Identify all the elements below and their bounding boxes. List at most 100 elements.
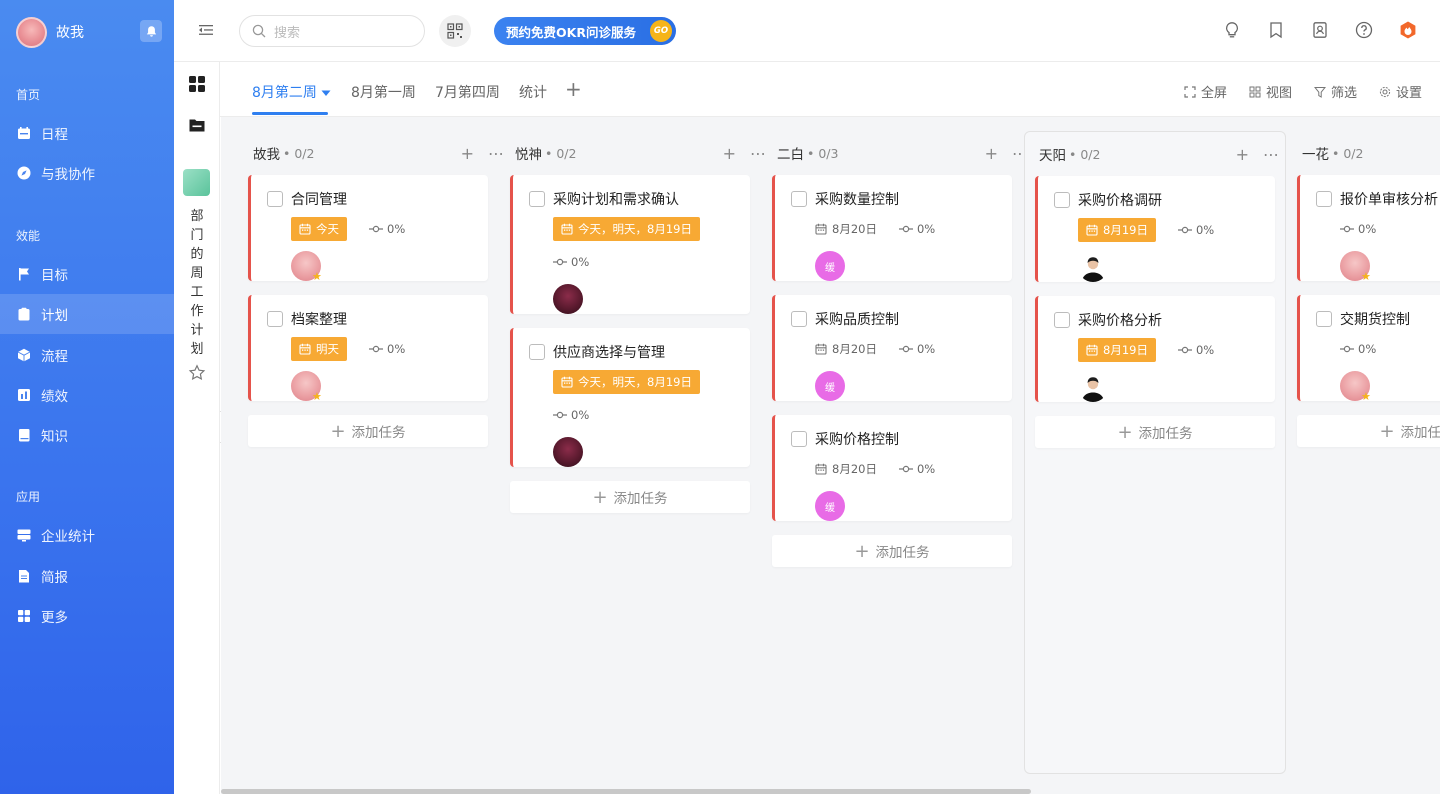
user-profile[interactable]: 故我 bbox=[16, 16, 162, 48]
notification-button[interactable] bbox=[140, 20, 162, 42]
crown-icon: ★ bbox=[312, 270, 322, 283]
task-card[interactable]: 采购品质控制 8月20日 0% 缓 bbox=[772, 295, 1012, 401]
more-icon[interactable]: ⋯ bbox=[488, 144, 504, 163]
due-date-tag[interactable]: 今天，明天，8月19日 bbox=[553, 217, 700, 241]
horizontal-scrollbar[interactable] bbox=[221, 789, 1031, 794]
task-checkbox[interactable] bbox=[267, 311, 283, 327]
add-task-button[interactable]: + 添加任务 bbox=[248, 415, 488, 447]
task-card[interactable]: 档案整理 明天 0% ★ bbox=[248, 295, 488, 403]
brand-logo-icon[interactable] bbox=[1398, 20, 1418, 40]
task-card[interactable]: 采购价格分析 8月19日 0% bbox=[1035, 296, 1275, 402]
task-card[interactable]: 供应商选择与管理 今天，明天，8月19日 0% bbox=[510, 328, 750, 467]
folder-icon[interactable] bbox=[188, 116, 206, 134]
column-name: 一花 bbox=[1302, 147, 1329, 163]
settings-button[interactable]: 设置 bbox=[1379, 82, 1422, 101]
add-column-task-icon[interactable]: + bbox=[985, 144, 998, 163]
due-date-tag[interactable]: 明天 bbox=[291, 337, 347, 361]
task-checkbox[interactable] bbox=[1316, 191, 1332, 207]
assignee-avatar[interactable]: ★ bbox=[1340, 251, 1371, 283]
sidebar-item-performance[interactable]: 绩效 bbox=[0, 375, 174, 415]
sidebar-item-schedule[interactable]: 日程 bbox=[0, 113, 174, 153]
sidebar-item-plan[interactable]: 计划 bbox=[0, 294, 174, 334]
task-checkbox[interactable] bbox=[1316, 311, 1332, 327]
assignee-avatar[interactable]: 缓 bbox=[815, 371, 845, 401]
star-icon[interactable] bbox=[188, 364, 206, 382]
task-card[interactable]: 报价单审核分析 0% ★ bbox=[1297, 175, 1440, 283]
progress-icon bbox=[1177, 226, 1192, 234]
due-date-tag[interactable]: 8月19日 bbox=[1078, 218, 1156, 242]
add-tab-button[interactable]: + bbox=[565, 77, 582, 101]
task-card[interactable]: 采购价格控制 8月20日 0% 缓 bbox=[772, 415, 1012, 521]
task-checkbox[interactable] bbox=[791, 431, 807, 447]
assignee-avatar[interactable]: ★ bbox=[291, 251, 322, 283]
due-date-tag[interactable]: 今天 bbox=[291, 217, 347, 241]
task-card[interactable]: 采购计划和需求确认 今天，明天，8月19日 0% bbox=[510, 175, 750, 314]
tab-week-1[interactable]: 8月第一周 bbox=[351, 82, 416, 102]
progress-text: 0% bbox=[916, 222, 936, 236]
assignee-avatar[interactable]: 缓 bbox=[815, 251, 845, 281]
tab-week-2[interactable]: 8月第二周 bbox=[252, 82, 331, 102]
sidebar-item-enterprise-stats[interactable]: 企业统计 bbox=[0, 515, 174, 555]
task-checkbox[interactable] bbox=[267, 191, 283, 207]
due-date[interactable]: 8月20日 bbox=[815, 341, 877, 357]
add-task-button[interactable]: + 添加任务 bbox=[772, 535, 1012, 567]
tab-stats[interactable]: 统计 bbox=[519, 82, 547, 102]
task-checkbox[interactable] bbox=[791, 311, 807, 327]
contacts-icon[interactable] bbox=[1310, 20, 1330, 40]
help-icon[interactable] bbox=[1354, 20, 1374, 40]
task-card[interactable]: 采购数量控制 8月20日 0% 缓 bbox=[772, 175, 1012, 281]
sidebar-item-process[interactable]: 流程 bbox=[0, 335, 174, 375]
lightbulb-icon[interactable] bbox=[1222, 20, 1242, 40]
fullscreen-button[interactable]: 全屏 bbox=[1184, 82, 1227, 101]
due-date[interactable]: 8月20日 bbox=[815, 221, 877, 237]
task-card[interactable]: 采购价格调研 8月19日 0% bbox=[1035, 176, 1275, 282]
user-avatar[interactable] bbox=[16, 16, 47, 48]
sidebar-item-brief[interactable]: 简报 bbox=[0, 556, 174, 596]
menu-collapse-icon[interactable] bbox=[198, 22, 214, 38]
sidebar-item-more[interactable]: 更多 bbox=[0, 596, 174, 636]
add-task-button[interactable]: + 添加任务 bbox=[1035, 416, 1275, 448]
sidebar-item-knowledge[interactable]: 知识 bbox=[0, 415, 174, 455]
tab-july-week-4[interactable]: 7月第四周 bbox=[435, 82, 500, 102]
task-card[interactable]: 合同管理 今天 0% ★ bbox=[248, 175, 488, 283]
due-date[interactable]: 8月20日 bbox=[815, 461, 877, 477]
bookmark-icon[interactable] bbox=[1266, 20, 1286, 40]
task-meta: 8月19日 0% bbox=[1038, 218, 1275, 242]
view-button[interactable]: 视图 bbox=[1249, 82, 1292, 101]
filter-button[interactable]: 筛选 bbox=[1313, 82, 1357, 101]
assignee-avatar[interactable]: 缓 bbox=[815, 491, 845, 521]
add-column-task-icon[interactable]: + bbox=[1236, 145, 1249, 164]
add-task-button[interactable]: + 添加任务 bbox=[1297, 415, 1440, 447]
assignee-avatar[interactable] bbox=[1078, 372, 1108, 402]
task-progress: 0% bbox=[1340, 342, 1376, 356]
assignee-avatar[interactable] bbox=[1078, 252, 1108, 282]
add-column-task-icon[interactable]: + bbox=[461, 144, 474, 163]
due-date-tag[interactable]: 8月19日 bbox=[1078, 338, 1156, 362]
sidebar-item-collab[interactable]: 与我协作 bbox=[0, 153, 174, 193]
qr-code-button[interactable] bbox=[439, 15, 471, 47]
due-date-tag[interactable]: 今天，明天，8月19日 bbox=[553, 370, 700, 394]
add-column-task-icon[interactable]: + bbox=[723, 144, 736, 163]
calendar-icon bbox=[299, 223, 311, 235]
task-checkbox[interactable] bbox=[791, 191, 807, 207]
column-header: 二白 • 0/3 + ⋯ bbox=[772, 131, 1034, 175]
task-title: 采购价格控制 bbox=[815, 432, 899, 448]
sidebar-item-goals[interactable]: 目标 bbox=[0, 254, 174, 294]
task-checkbox[interactable] bbox=[1054, 192, 1070, 208]
okr-consult-button[interactable]: 预约免费OKR问诊服务 GO bbox=[494, 17, 676, 45]
more-icon[interactable]: ⋯ bbox=[750, 144, 766, 163]
task-title: 合同管理 bbox=[291, 192, 347, 208]
assignee-avatar[interactable]: ★ bbox=[291, 371, 322, 403]
assignee-avatar[interactable] bbox=[553, 437, 583, 467]
apps-icon[interactable] bbox=[188, 75, 206, 93]
progress-text: 0% bbox=[387, 342, 406, 356]
assignee-avatar[interactable]: ★ bbox=[1340, 371, 1371, 403]
task-checkbox[interactable] bbox=[529, 344, 545, 360]
task-checkbox[interactable] bbox=[529, 191, 545, 207]
more-icon[interactable]: ⋯ bbox=[1263, 145, 1279, 164]
add-task-button[interactable]: + 添加任务 bbox=[510, 481, 750, 513]
task-card[interactable]: 交期货控制 0% ★ bbox=[1297, 295, 1440, 403]
assignee-avatar[interactable] bbox=[553, 284, 583, 314]
task-checkbox[interactable] bbox=[1054, 312, 1070, 328]
search-input[interactable]: 搜索 bbox=[239, 15, 425, 47]
